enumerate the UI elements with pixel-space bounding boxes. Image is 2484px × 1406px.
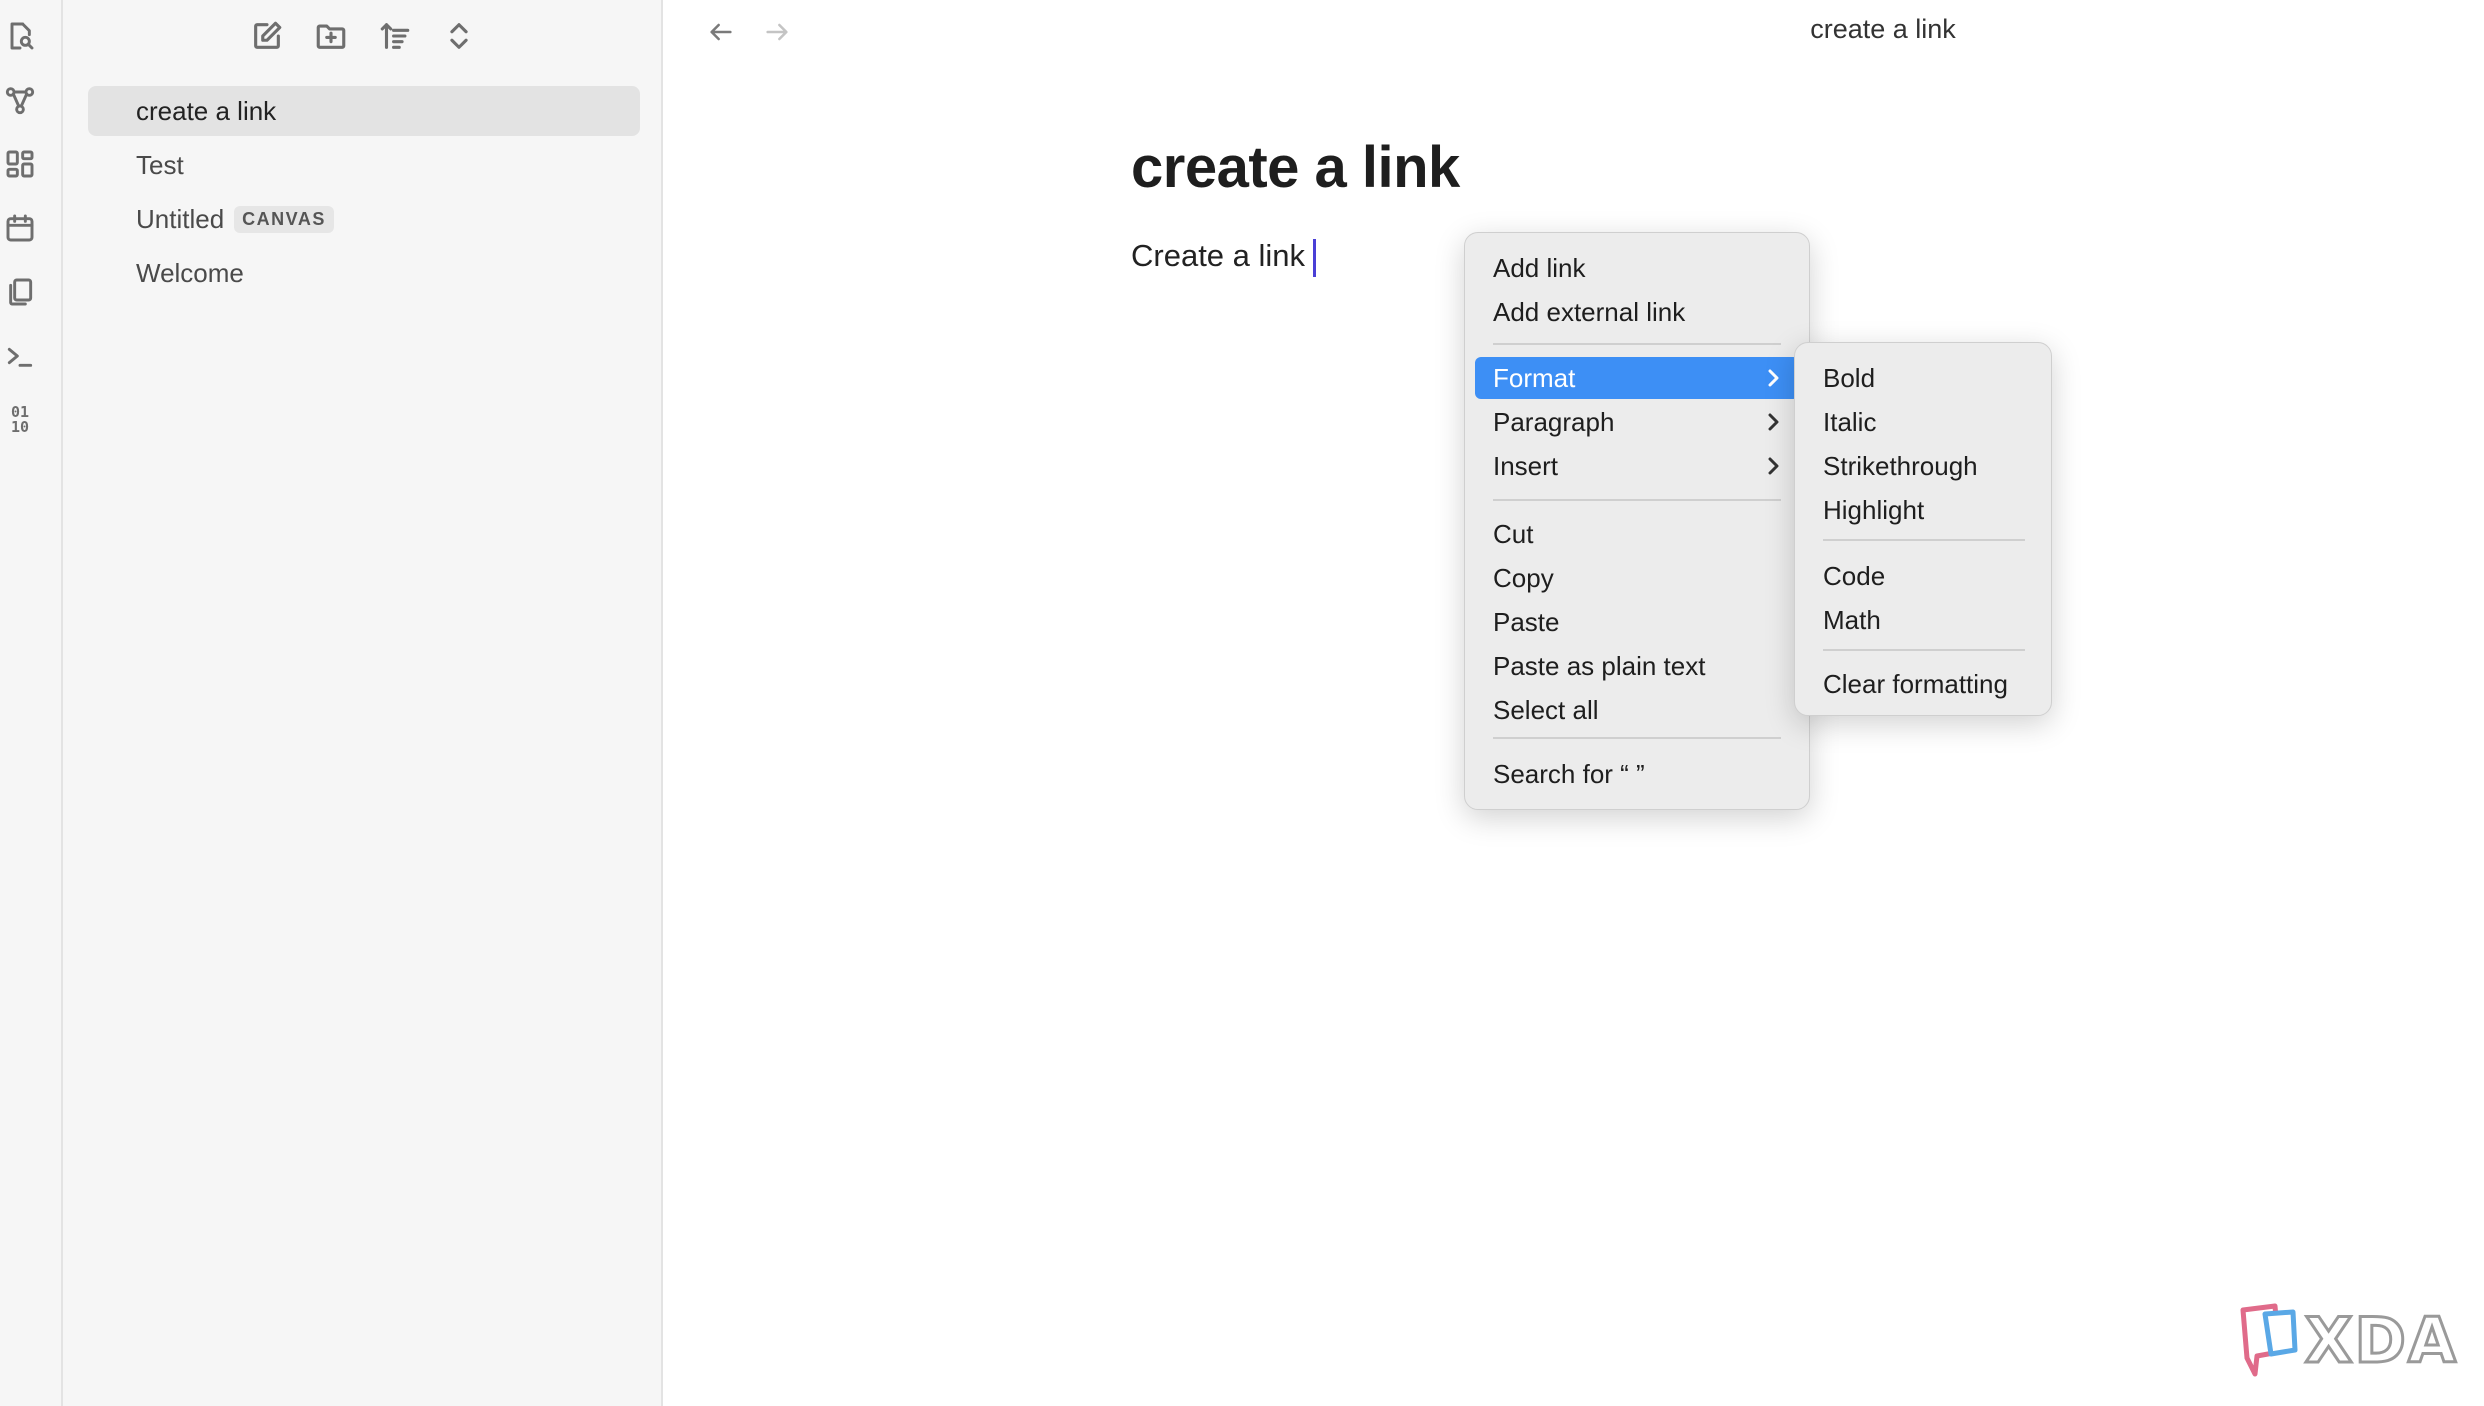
menu-item-label: Paste [1493, 606, 1560, 637]
menu-separator [1493, 343, 1781, 345]
canvas-badge: CANVAS [234, 205, 334, 233]
left-ribbon: 01 10 [0, 0, 63, 1406]
file-item-label: Untitled [136, 203, 225, 234]
note-body[interactable]: Create a link [1131, 238, 1317, 277]
menu-item-label: Highlight [1823, 494, 1925, 525]
submenu-item-italic[interactable]: Italic [1805, 401, 2041, 443]
menu-item-copy[interactable]: Copy [1475, 557, 1799, 599]
menu-item-label: Format [1493, 362, 1576, 393]
new-folder-icon[interactable] [309, 14, 353, 58]
text-caret [1313, 238, 1317, 277]
menu-item-paste[interactable]: Paste [1475, 601, 1799, 643]
menu-item-add-external-link[interactable]: Add external link [1475, 291, 1799, 333]
menu-separator [1823, 649, 2025, 651]
graph-icon[interactable] [2, 82, 38, 118]
file-item-untitled[interactable]: Untitled CANVAS [88, 194, 640, 244]
menu-item-label: Code [1823, 560, 1886, 591]
menu-item-label: Italic [1823, 406, 1877, 437]
xda-watermark-logo: XDA [2235, 1300, 2458, 1380]
menu-item-label: Add link [1493, 252, 1586, 283]
menu-item-label: Bold [1823, 362, 1876, 393]
menu-separator [1493, 737, 1781, 739]
copy-icon[interactable] [2, 274, 38, 310]
sort-icon[interactable] [373, 14, 417, 58]
note-body-text: Create a link [1131, 238, 1306, 273]
menu-item-paragraph[interactable]: Paragraph [1475, 401, 1799, 443]
file-item-welcome[interactable]: Welcome [88, 248, 640, 298]
menu-item-add-link[interactable]: Add link [1475, 247, 1799, 289]
menu-item-label: Add external link [1493, 296, 1686, 327]
menu-item-label: Select all [1493, 694, 1599, 725]
terminal-icon[interactable] [2, 338, 38, 374]
file-item-label: Welcome [136, 257, 244, 288]
format-submenu: Bold Italic Strikethrough Highlight Code… [1794, 342, 2052, 716]
file-item-test[interactable]: Test [88, 140, 640, 190]
search-file-icon[interactable] [2, 18, 38, 54]
submenu-item-math[interactable]: Math [1805, 599, 2041, 641]
menu-separator [1493, 499, 1781, 501]
submenu-item-strikethrough[interactable]: Strikethrough [1805, 445, 2041, 487]
menu-item-format[interactable]: Format [1475, 357, 1799, 399]
menu-item-cut[interactable]: Cut [1475, 513, 1799, 555]
file-item-label: create a link [136, 95, 277, 126]
collapse-expand-icon[interactable] [437, 14, 481, 58]
submenu-item-highlight[interactable]: Highlight [1805, 489, 2041, 531]
calendar-icon[interactable] [2, 210, 38, 246]
view-header-title[interactable]: create a link [633, 14, 2484, 45]
menu-item-label: Paragraph [1493, 406, 1615, 437]
menu-item-label: Copy [1493, 562, 1554, 593]
menu-item-label: Cut [1493, 518, 1534, 549]
xda-logo-icon [2240, 1303, 2298, 1377]
menu-item-label: Strikethrough [1823, 450, 1978, 481]
submenu-item-code[interactable]: Code [1805, 555, 2041, 597]
menu-item-label: Paste as plain text [1493, 650, 1706, 681]
menu-item-insert[interactable]: Insert [1475, 445, 1799, 487]
binary-icon[interactable]: 01 10 [2, 402, 38, 438]
file-explorer-toolbar [63, 14, 661, 58]
menu-item-search-for[interactable]: Search for “ ” [1475, 753, 1799, 795]
file-explorer-sidebar: create a link Test Untitled CANVAS Welco… [63, 0, 663, 1406]
menu-item-select-all[interactable]: Select all [1475, 689, 1799, 731]
watermark-text: XDA [2303, 1302, 2458, 1378]
note-title[interactable]: create a link [1131, 134, 1460, 201]
menu-item-label: Search for “ ” [1493, 758, 1645, 789]
file-item-create-a-link[interactable]: create a link [88, 86, 640, 136]
submenu-item-bold[interactable]: Bold [1805, 357, 2041, 399]
file-item-label: Test [136, 149, 184, 180]
menu-item-label: Clear formatting [1823, 668, 2008, 699]
menu-item-paste-plain-text[interactable]: Paste as plain text [1475, 645, 1799, 687]
context-menu: Add link Add external link Format Paragr… [1464, 232, 1810, 810]
menu-item-label: Math [1823, 604, 1881, 635]
chevron-right-icon [1761, 366, 1785, 390]
menu-item-label: Insert [1493, 450, 1559, 481]
chevron-right-icon [1761, 454, 1785, 478]
chevron-right-icon [1761, 410, 1785, 434]
dashboard-icon[interactable] [2, 146, 38, 182]
submenu-item-clear-formatting[interactable]: Clear formatting [1805, 663, 2041, 705]
new-note-icon[interactable] [245, 14, 289, 58]
menu-separator [1823, 539, 2025, 541]
